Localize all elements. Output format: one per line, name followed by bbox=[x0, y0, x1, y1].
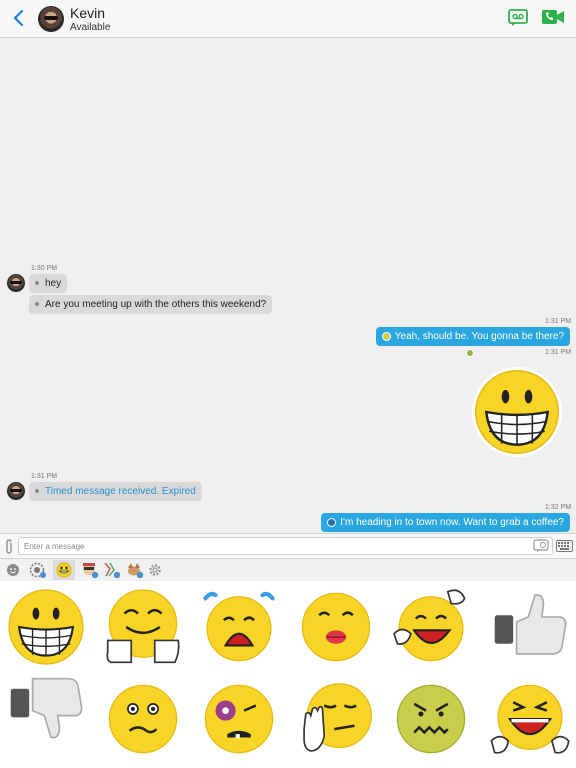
incoming-message[interactable]: Are you meeting up with the others this … bbox=[29, 295, 273, 314]
unread-dot bbox=[35, 281, 39, 286]
attachment-icon[interactable] bbox=[4, 538, 14, 555]
video-message-icon[interactable] bbox=[508, 9, 528, 27]
kiss-sticker[interactable] bbox=[294, 585, 378, 669]
laughing-tears-sticker[interactable] bbox=[488, 677, 572, 761]
crying-sticker[interactable] bbox=[197, 585, 281, 669]
party-pack-tab-icon[interactable] bbox=[101, 560, 123, 580]
message-composer bbox=[0, 533, 576, 559]
black-eye-sticker[interactable] bbox=[197, 677, 281, 761]
sender-avatar bbox=[7, 482, 25, 500]
meh-hand-sticker[interactable] bbox=[294, 677, 378, 761]
thumbs-up-sticker[interactable] bbox=[488, 585, 572, 669]
recent-tab-icon[interactable] bbox=[27, 560, 49, 580]
settings-gear-icon[interactable] bbox=[144, 560, 166, 580]
laugh-wave-sticker[interactable] bbox=[389, 585, 473, 669]
message-text: I'm heading in to town now. Want to grab… bbox=[340, 517, 564, 528]
incoming-message[interactable]: hey bbox=[29, 274, 68, 293]
unread-dot bbox=[35, 489, 39, 494]
message-timestamp: 1:30 PM bbox=[31, 265, 58, 272]
big-grin-sticker[interactable] bbox=[4, 585, 88, 669]
message-text: Timed message received. Expired bbox=[45, 486, 196, 497]
big-grin-sticker[interactable] bbox=[468, 364, 566, 460]
message-timestamp: 1:31 PM bbox=[545, 318, 572, 325]
video-call-icon[interactable] bbox=[541, 9, 565, 25]
incoming-message[interactable]: Timed message received. Expired bbox=[29, 482, 202, 501]
contact-status: Available bbox=[70, 22, 111, 33]
smiley-pack-tab-icon[interactable] bbox=[53, 560, 75, 580]
message-input[interactable] bbox=[18, 537, 553, 555]
delivery-status-icon bbox=[381, 331, 391, 341]
outgoing-message[interactable]: I'm heading in to town now. Want to grab… bbox=[321, 513, 570, 532]
thumbs-down-sticker[interactable] bbox=[4, 677, 88, 761]
message-text: Yeah, should be. You gonna be there? bbox=[394, 331, 564, 342]
back-chevron-icon[interactable] bbox=[9, 8, 29, 28]
message-list[interactable]: 1:30 PM hey Are you meeting up with the … bbox=[0, 38, 576, 532]
message-timestamp: 1:32 PM bbox=[545, 504, 572, 511]
delivery-status-icon bbox=[466, 349, 474, 357]
animal-pack-tab-icon[interactable] bbox=[124, 560, 146, 580]
angry-sticker[interactable] bbox=[389, 677, 473, 761]
message-text: Are you meeting up with the others this … bbox=[45, 299, 267, 310]
contact-name[interactable]: Kevin bbox=[70, 5, 105, 21]
sender-avatar bbox=[7, 274, 25, 292]
message-timestamp: 1:31 PM bbox=[31, 473, 58, 480]
happy-hands-sticker[interactable] bbox=[101, 585, 185, 669]
contact-avatar[interactable] bbox=[38, 6, 64, 32]
cool-pack-tab-icon[interactable] bbox=[79, 560, 101, 580]
delivery-status-icon bbox=[327, 517, 337, 527]
chat-header: Kevin Available bbox=[0, 0, 576, 38]
message-text: hey bbox=[45, 278, 62, 289]
sticker-tray bbox=[0, 581, 576, 768]
confused-sticker[interactable] bbox=[101, 677, 185, 761]
emoji-tab-icon[interactable] bbox=[2, 560, 24, 580]
outgoing-message[interactable]: Yeah, should be. You gonna be there? bbox=[375, 327, 570, 346]
unread-dot bbox=[35, 302, 39, 307]
timed-message-icon[interactable] bbox=[533, 539, 549, 553]
sticker-tab-bar bbox=[0, 558, 576, 582]
message-timestamp: 1:31 PM bbox=[545, 349, 572, 356]
keyboard-icon[interactable] bbox=[556, 540, 573, 552]
